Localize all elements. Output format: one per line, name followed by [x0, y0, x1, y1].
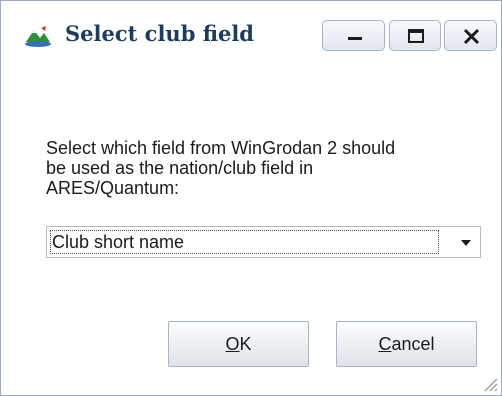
- chevron-down-icon[interactable]: [460, 239, 472, 247]
- club-field-selected-value[interactable]: Club short name: [50, 230, 439, 254]
- prompt-line: Select which field from WinGrodan 2 shou…: [46, 138, 396, 158]
- prompt-line: be used as the nation/club field in: [46, 158, 314, 178]
- dialog-window: Select club field Select which field fro…: [0, 0, 502, 396]
- cancel-mnemonic: C: [378, 334, 392, 354]
- minimize-button[interactable]: [322, 20, 385, 51]
- close-icon: [463, 28, 480, 45]
- cancel-button[interactable]: Cancel: [336, 321, 477, 367]
- ok-mnemonic: O: [225, 334, 240, 354]
- minimize-icon: [348, 37, 362, 40]
- title-bar[interactable]: Select club field: [1, 1, 501, 65]
- close-button[interactable]: [444, 20, 497, 51]
- prompt-line: ARES/Quantum:: [46, 178, 180, 198]
- window-title: Select club field: [65, 21, 254, 46]
- app-icon: [25, 26, 51, 47]
- club-field-select[interactable]: Club short name: [46, 226, 481, 258]
- resize-grip-icon[interactable]: [479, 373, 499, 393]
- maximize-button[interactable]: [389, 20, 441, 51]
- prompt-text: Select which field from WinGrodan 2 shou…: [46, 138, 476, 198]
- ok-label-rest: K: [239, 334, 252, 354]
- cancel-label-rest: ancel: [391, 334, 435, 354]
- maximize-icon: [408, 29, 424, 43]
- ok-button[interactable]: OK: [168, 321, 309, 367]
